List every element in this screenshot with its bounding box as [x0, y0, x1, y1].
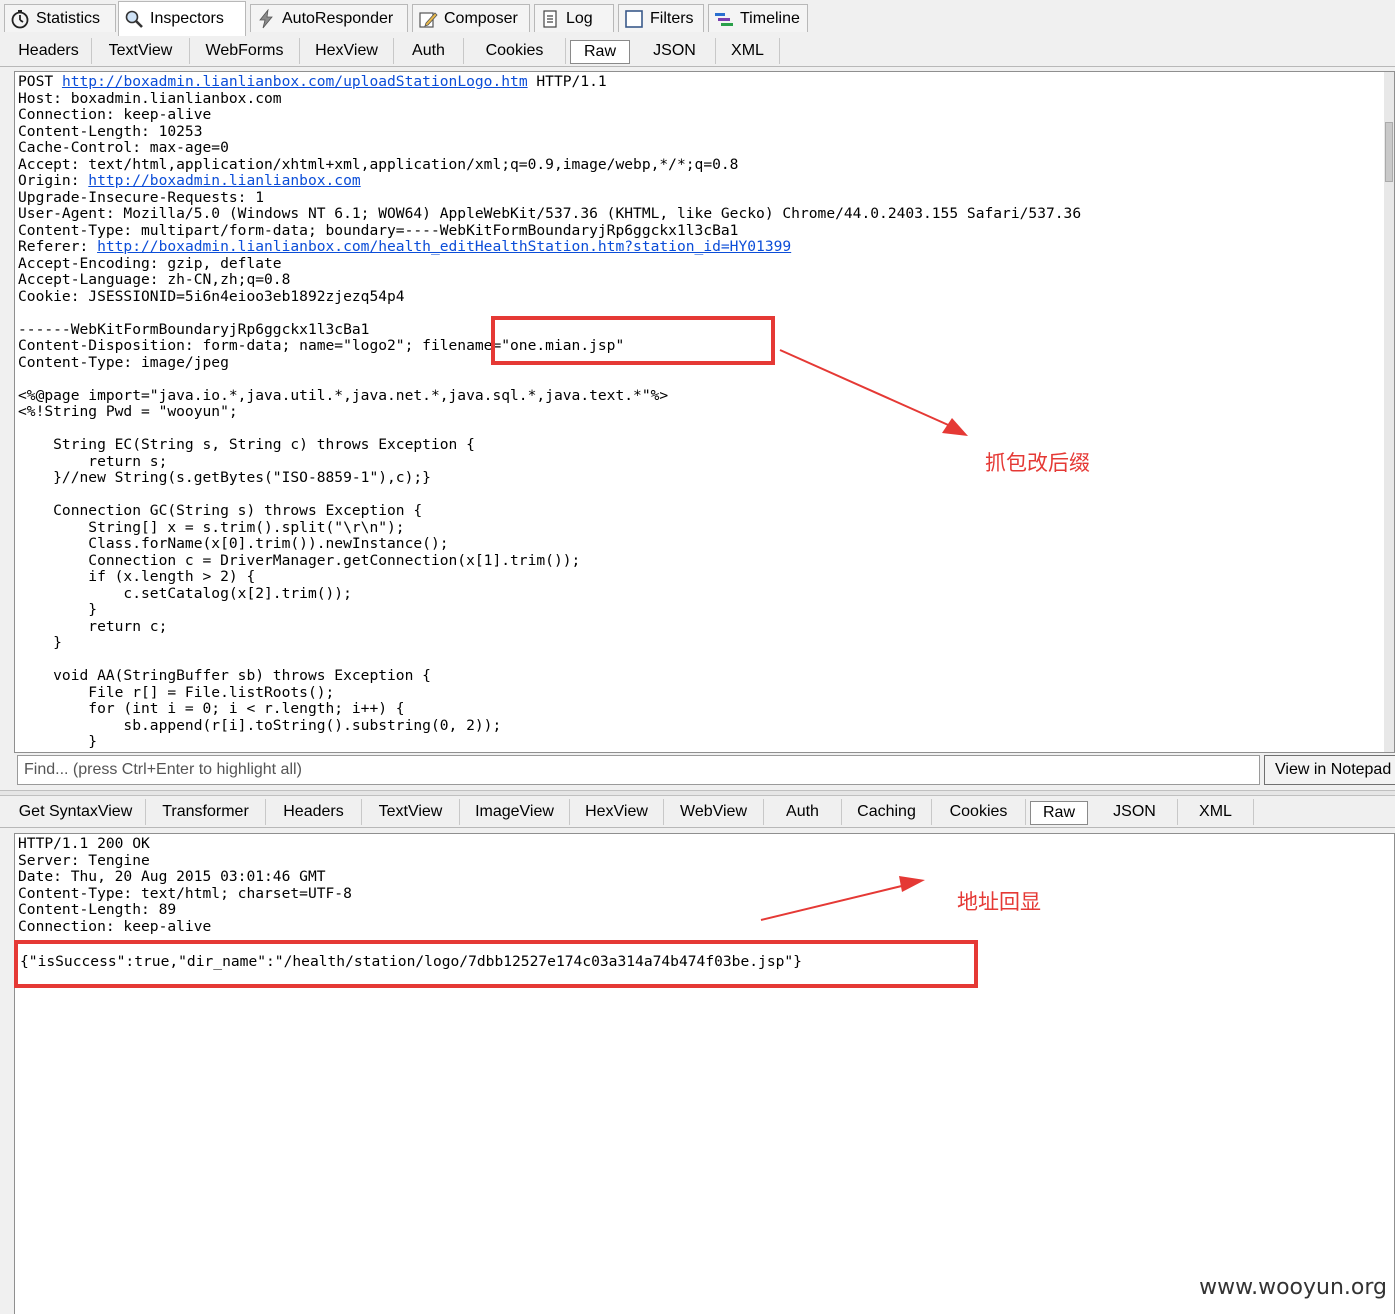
- request-scroll-thumb[interactable]: [1385, 122, 1393, 182]
- request-tab-json[interactable]: JSON: [634, 38, 716, 64]
- origin-url-link[interactable]: http://boxadmin.lianlianbox.com: [88, 172, 360, 189]
- request-tab-label: Raw: [583, 43, 616, 60]
- response-tab-label: Cookies: [949, 803, 1008, 820]
- request-headers-b: Upgrade-Insecure-Requests: 1 User-Agent:…: [18, 188, 1082, 239]
- checkbox-icon: [624, 9, 644, 29]
- annotation-path-echo: 地址回显: [957, 890, 1041, 914]
- response-tab-imageview[interactable]: ImageView: [460, 799, 570, 825]
- request-tab-label: TextView: [108, 42, 173, 59]
- response-tab-label: Raw: [1042, 804, 1075, 821]
- request-tab-label: Cookies: [485, 42, 544, 59]
- request-tab-textview[interactable]: TextView: [92, 38, 190, 64]
- request-raw-text: POST http://boxadmin.lianlianbox.com/upl…: [15, 72, 1394, 752]
- request-tab-label: Auth: [412, 42, 445, 59]
- response-tab-auth[interactable]: Auth: [764, 799, 842, 825]
- response-headers-text: HTTP/1.1 200 OK Server: Tengine Date: Th…: [18, 835, 352, 935]
- tab-timeline[interactable]: Timeline: [708, 4, 808, 32]
- tab-log[interactable]: Log: [534, 4, 614, 32]
- response-tab-cookies[interactable]: Cookies: [932, 799, 1026, 825]
- response-tab-syntaxview[interactable]: Get SyntaxView: [6, 799, 146, 825]
- tab-filters-label: Filters: [650, 9, 694, 27]
- referer-label: Referer:: [18, 238, 98, 255]
- response-tab-label: Caching: [857, 803, 916, 820]
- request-tab-cookies[interactable]: Cookies: [464, 38, 566, 64]
- tab-autoresponder[interactable]: AutoResponder: [250, 4, 408, 32]
- arrow-annotation-2: [760, 876, 925, 921]
- response-tab-webview[interactable]: WebView: [664, 799, 764, 825]
- request-line-method: POST: [18, 73, 62, 90]
- response-tab-json[interactable]: JSON: [1092, 799, 1178, 825]
- request-headers-a: Host: boxadmin.lianlianbox.com Connectio…: [18, 89, 739, 173]
- annotation-change-suffix: 抓包改后缀: [985, 451, 1090, 475]
- magnifier-icon: [124, 9, 144, 29]
- lightning-icon: [256, 8, 276, 29]
- request-tab-headers[interactable]: Headers: [6, 38, 92, 64]
- request-tab-label: WebForms: [205, 42, 284, 59]
- request-tab-label: Headers: [18, 42, 79, 59]
- request-tab-label: JSON: [653, 42, 696, 59]
- response-tab-label: TextView: [378, 803, 443, 820]
- response-tab-label: Headers: [283, 803, 344, 820]
- request-url-link[interactable]: http://boxadmin.lianlianbox.com/uploadSt…: [62, 73, 528, 90]
- tab-timeline-label: Timeline: [740, 9, 800, 27]
- response-view-tabs: Get SyntaxView Transformer Headers TextV…: [0, 797, 1395, 828]
- response-tab-label: ImageView: [475, 803, 554, 820]
- view-in-notepad-label: View in Notepad: [1275, 761, 1392, 778]
- tab-log-label: Log: [566, 9, 593, 27]
- request-tab-hexview[interactable]: HexView: [300, 38, 394, 64]
- view-in-notepad-button[interactable]: View in Notepad: [1264, 755, 1395, 785]
- filename-highlight-box: [491, 316, 775, 365]
- find-placeholder: Find... (press Ctrl+Enter to highlight a…: [24, 761, 302, 778]
- request-tab-label: XML: [731, 42, 764, 59]
- response-tab-label: JSON: [1113, 803, 1156, 820]
- request-tab-label: HexView: [315, 42, 378, 59]
- response-tab-caching[interactable]: Caching: [842, 799, 932, 825]
- response-tab-headers[interactable]: Headers: [266, 799, 362, 825]
- response-tab-label: Transformer: [162, 803, 249, 820]
- pencil-icon: [418, 9, 438, 29]
- log-icon: [540, 9, 560, 29]
- stopwatch-icon: [10, 9, 30, 29]
- request-tab-xml[interactable]: XML: [716, 38, 780, 64]
- response-tab-textview[interactable]: TextView: [362, 799, 460, 825]
- arrow-annotation-1: [779, 349, 968, 436]
- tab-composer-label: Composer: [444, 9, 518, 27]
- tab-statistics[interactable]: Statistics: [4, 4, 116, 32]
- tab-inspectors[interactable]: Inspectors: [118, 1, 246, 36]
- pane-splitter[interactable]: [0, 790, 1395, 796]
- tab-inspectors-label: Inspectors: [150, 10, 224, 27]
- tab-statistics-label: Statistics: [36, 9, 101, 27]
- tab-composer[interactable]: Composer: [412, 4, 530, 32]
- request-view-tabs: Headers TextView WebForms HexView Auth C…: [0, 36, 1395, 67]
- request-tab-raw[interactable]: Raw: [570, 40, 630, 64]
- referer-url-link[interactable]: http://boxadmin.lianlianbox.com/health_e…: [97, 238, 791, 255]
- response-tab-hexview[interactable]: HexView: [570, 799, 664, 825]
- response-tab-transformer[interactable]: Transformer: [146, 799, 266, 825]
- response-tab-label: Auth: [786, 803, 819, 820]
- response-tab-xml[interactable]: XML: [1178, 799, 1254, 825]
- request-scrollbar[interactable]: [1384, 72, 1394, 752]
- tab-autoresponder-label: AutoResponder: [282, 9, 394, 27]
- response-path-highlight-box: [14, 940, 978, 988]
- origin-label: Origin:: [18, 172, 89, 189]
- timeline-icon: [714, 9, 734, 29]
- request-raw-pane[interactable]: POST http://boxadmin.lianlianbox.com/upl…: [14, 71, 1395, 753]
- request-tab-auth[interactable]: Auth: [394, 38, 464, 64]
- response-tab-label: XML: [1199, 803, 1232, 820]
- response-tab-label: Get SyntaxView: [18, 803, 133, 820]
- tab-filters[interactable]: Filters: [618, 4, 704, 32]
- find-input[interactable]: Find... (press Ctrl+Enter to highlight a…: [17, 755, 1260, 785]
- request-line-protocol: HTTP/1.1: [527, 73, 607, 90]
- response-tab-raw[interactable]: Raw: [1030, 801, 1088, 825]
- response-tab-label: WebView: [680, 803, 747, 820]
- response-raw-pane[interactable]: HTTP/1.1 200 OK Server: Tengine Date: Th…: [14, 833, 1395, 1314]
- main-tab-bar: Statistics Inspectors AutoResponder Comp…: [0, 0, 1395, 37]
- watermark: www.wooyun.org: [1199, 1275, 1387, 1300]
- response-tab-label: HexView: [585, 803, 648, 820]
- request-tab-webforms[interactable]: WebForms: [190, 38, 300, 64]
